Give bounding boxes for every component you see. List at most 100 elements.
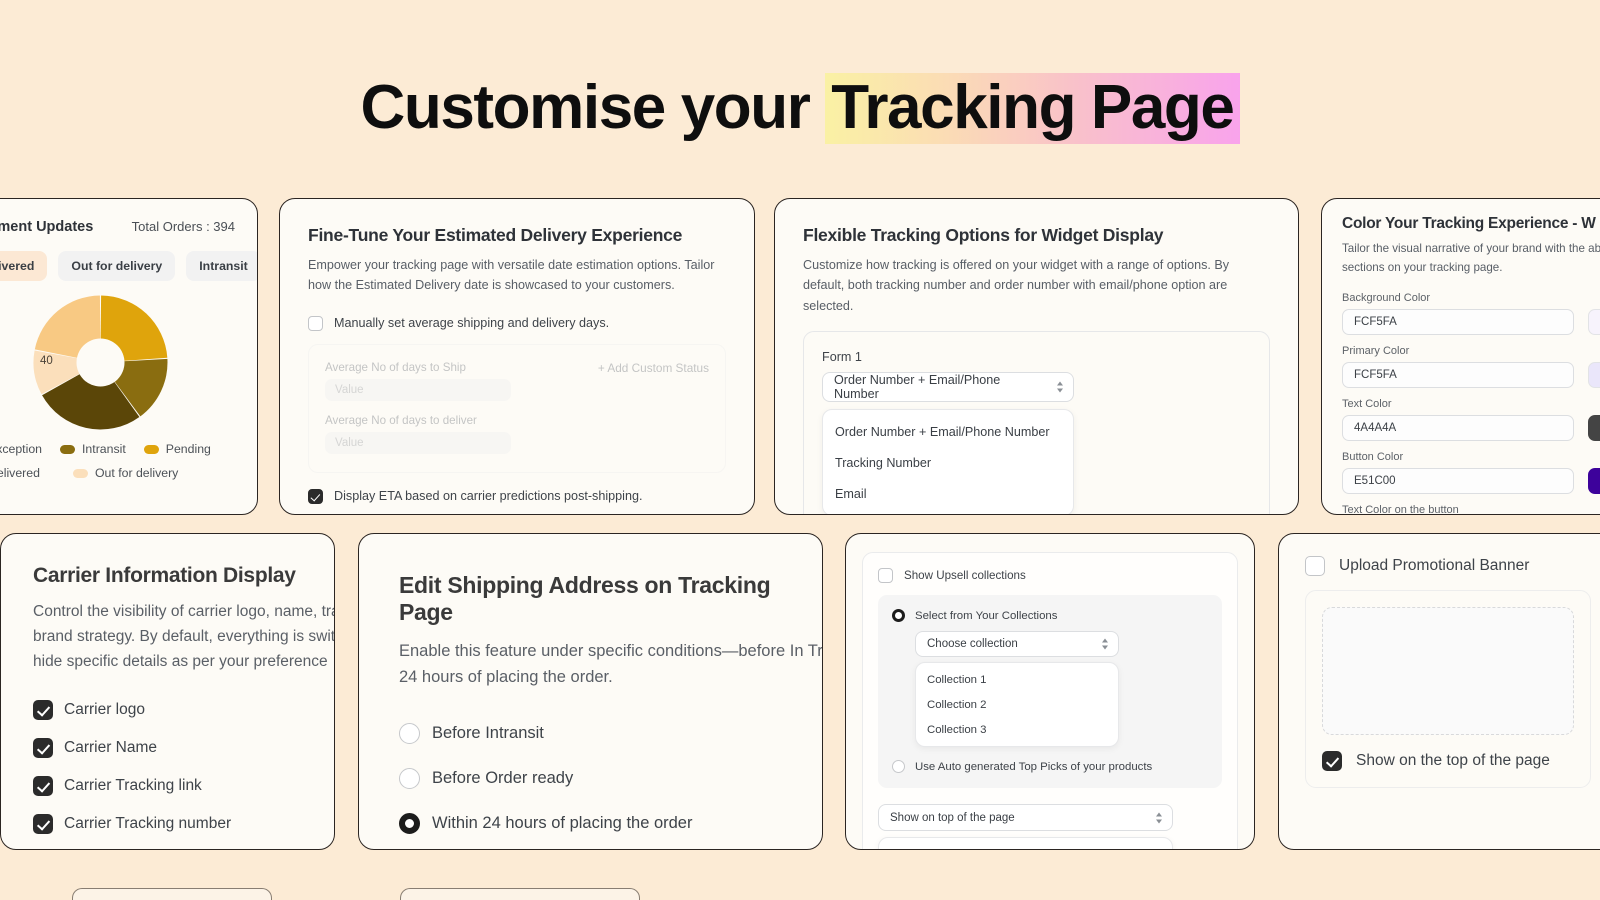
upsell-source-panel: Select from Your Collections Choose coll… (878, 595, 1222, 788)
primary-color-input[interactable]: FCF5FA (1342, 361, 1574, 388)
background-color-input[interactable]: FCF5FA (1342, 308, 1574, 335)
carrier-name-label: Carrier Name (64, 739, 158, 757)
before-intransit-label: Before Intransit (432, 723, 544, 742)
tracking-page-customiser: Customise your Tracking Page Shipment Up… (0, 0, 1600, 900)
manual-days-checkbox[interactable] (308, 315, 323, 331)
within-24-hours-label: Within 24 hours of placing the order (432, 813, 693, 832)
next-row-peek (0, 888, 1600, 900)
display-eta-checkbox[interactable] (308, 488, 323, 504)
legend-label-intransit: Intransit (82, 442, 126, 456)
carrier-name-checkbox[interactable] (33, 738, 53, 759)
menu-item-collection-3[interactable]: Collection 3 (916, 717, 1118, 742)
carrier-name-row[interactable]: Carrier Name (33, 738, 302, 759)
carrier-logo-row[interactable]: Carrier logo (33, 700, 302, 721)
text-color-swatch[interactable] (1588, 414, 1600, 441)
option-auto-top-picks[interactable]: Use Auto generated Top Picks of your pro… (892, 760, 1208, 773)
next-row-card-peek-1 (72, 888, 272, 900)
upsell-panel: Show Upsell collections Select from Your… (862, 552, 1238, 850)
carrier-tracking-link-row[interactable]: Carrier Tracking link (33, 776, 302, 797)
before-order-ready-label: Before Order ready (432, 768, 574, 787)
upload-banner-checkbox[interactable] (1305, 556, 1325, 576)
within-24-hours-radio[interactable] (399, 812, 420, 834)
position-select[interactable]: Show on top of the page (878, 804, 1173, 831)
option-before-intransit[interactable]: Before Intransit (399, 722, 782, 744)
button-color-input[interactable]: E51C00 (1342, 467, 1574, 494)
option-within-24-hours[interactable]: Within 24 hours of placing the order (399, 812, 782, 834)
auto-top-picks-label: Use Auto generated Top Picks of your pro… (915, 760, 1153, 773)
menu-item-show-top[interactable]: Show on top of the page (879, 842, 1172, 850)
show-upsell-checkbox[interactable] (878, 568, 893, 583)
manual-days-label: Manually set average shipping and delive… (334, 316, 610, 331)
tab-out-for-delivery[interactable]: Out for delivery (58, 251, 176, 281)
form-type-select[interactable]: Order Number + Email/Phone Number (822, 372, 1074, 403)
menu-item-collection-1[interactable]: Collection 1 (916, 667, 1118, 692)
page-title-highlight: Tracking Page (825, 73, 1240, 144)
banner-show-top-checkbox[interactable] (1322, 751, 1342, 771)
before-order-ready-radio[interactable] (399, 767, 420, 789)
banner-show-top-label: Show on the top of the page (1356, 752, 1550, 769)
address-description: Enable this feature under specific condi… (399, 642, 823, 687)
carrier-description: Control the visibility of carrier logo, … (33, 603, 335, 670)
text-color-label: Text Color (1342, 397, 1392, 410)
tab-intransit[interactable]: Intransit (186, 251, 257, 281)
eta-title: Fine-Tune Your Estimated Delivery Experi… (308, 225, 683, 245)
primary-color-label: Primary Color (1342, 344, 1410, 357)
legend-label-exception: Exception (0, 442, 43, 456)
carrier-tracking-number-checkbox[interactable] (33, 814, 53, 835)
primary-color-swatch[interactable] (1588, 361, 1600, 388)
page-title: Customise your Tracking Page (0, 66, 1600, 150)
upload-banner-label: Upload Promotional Banner (1339, 557, 1530, 574)
auto-top-picks-radio[interactable] (892, 760, 905, 773)
shipment-title: Shipment Updates (0, 219, 94, 235)
legend-dot-pending (143, 444, 159, 454)
before-intransit-radio[interactable] (399, 722, 420, 744)
banner-show-top-row[interactable]: Show on the top of the page (1322, 751, 1574, 771)
carrier-tracking-link-checkbox[interactable] (33, 776, 53, 797)
menu-item-email[interactable]: Email (823, 478, 1073, 509)
manual-days-checkbox-row[interactable]: Manually set average shipping and delive… (308, 315, 726, 331)
collection-dropdown-menu[interactable]: Collection 1 Collection 2 Collection 3 (915, 662, 1119, 747)
menu-item-tracking-number[interactable]: Tracking Number (823, 447, 1073, 478)
menu-item-order-number-email-phone[interactable]: Order Number + Email/Phone Number (823, 416, 1073, 447)
show-upsell-row[interactable]: Show Upsell collections (878, 568, 1222, 583)
color-field-button: Button Color E51C00 (1342, 451, 1600, 494)
position-dropdown-menu[interactable]: Show on top of the page Show on bottom o… (878, 837, 1173, 850)
edit-shipping-address-card: Edit Shipping Address on Tracking Page E… (358, 533, 823, 850)
select-collections-radio[interactable] (892, 609, 905, 622)
form-type-selected-value: Order Number + Email/Phone Number (834, 373, 1001, 402)
upload-banner-row[interactable]: Upload Promotional Banner (1305, 556, 1591, 576)
option-select-collections[interactable]: Select from Your Collections (892, 609, 1208, 622)
banner-dropzone[interactable] (1322, 607, 1574, 735)
days-to-ship-input[interactable]: Value (325, 378, 511, 401)
add-custom-status-button[interactable]: + Add Custom Status (598, 361, 709, 375)
shipment-header: Shipment Updates Total Orders : 394 (0, 219, 235, 235)
promotional-banner-card: Upload Promotional Banner Show on the to… (1278, 533, 1600, 850)
color-field-text: Text Color 4A4A4A (1342, 398, 1600, 441)
menu-item-collection-2[interactable]: Collection 2 (916, 692, 1118, 717)
days-to-deliver-label: Average No of days to deliver (325, 413, 477, 427)
display-eta-checkbox-row[interactable]: Display ETA based on carrier predictions… (308, 488, 726, 504)
collection-select[interactable]: Choose collection (915, 631, 1119, 657)
tab-delivered[interactable]: Delivered (0, 251, 48, 281)
form-type-dropdown-menu[interactable]: Order Number + Email/Phone Number Tracki… (822, 409, 1074, 514)
button-color-swatch[interactable] (1588, 467, 1600, 494)
legend-dot-intransit (60, 444, 76, 454)
chevron-updown-icon (1102, 638, 1108, 650)
carrier-logo-checkbox[interactable] (33, 700, 53, 721)
form-label: Form 1 (822, 350, 862, 365)
eta-description: Empower your tracking page with versatil… (308, 258, 715, 293)
donut-svg (33, 295, 168, 430)
days-to-ship-label: Average No of days to Ship (325, 360, 466, 374)
option-before-order-ready[interactable]: Before Order ready (399, 767, 782, 789)
next-row-card-peek-2 (400, 888, 640, 900)
background-color-swatch[interactable] (1588, 308, 1600, 335)
text-color-input[interactable]: 4A4A4A (1342, 414, 1574, 441)
days-to-deliver-input[interactable]: Value (325, 431, 511, 454)
legend-row-1: Exception Intransit Pending (0, 442, 235, 456)
total-orders-label: Total Orders : 394 (131, 219, 235, 234)
carrier-tracking-number-row[interactable]: Carrier Tracking number (33, 814, 302, 835)
chevron-updown-icon (1057, 381, 1063, 393)
page-title-lead: Customise your (360, 73, 826, 142)
show-upsell-label: Show Upsell collections (904, 569, 1026, 582)
widget-description: Customize how tracking is offered on you… (803, 258, 1230, 313)
